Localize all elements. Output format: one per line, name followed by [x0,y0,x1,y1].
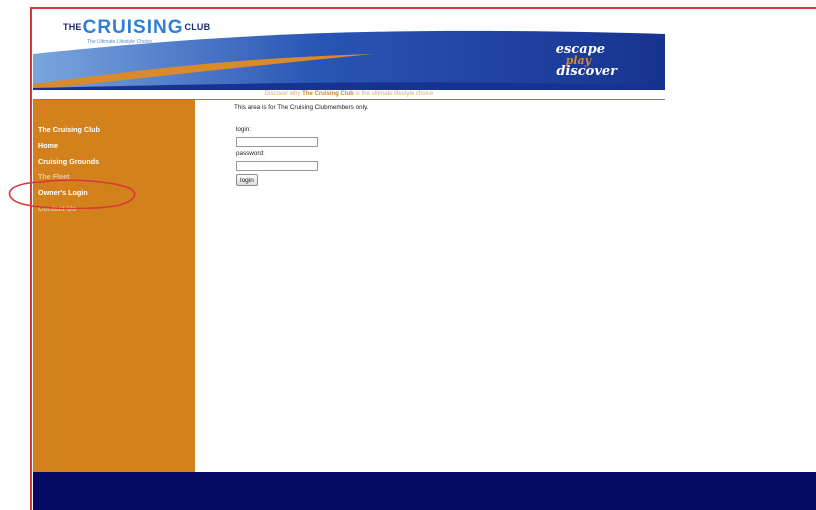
logo-main-text: CRUISING [82,17,184,38]
tagline-bar: Discover why The Cruising Club is the ul… [33,90,665,100]
site-footer [33,472,816,510]
tagline-after: is the ultimate lifestyle choice [355,91,434,97]
logo-prefix: THE [63,22,82,32]
tagline-brand: The Cruising Club [302,91,354,97]
tagline-before: Discover why [264,91,301,97]
logo-suffix: CLUB [184,22,211,32]
sidebar-item-the-cruising-club[interactable]: The Cruising Club [38,125,100,134]
login-input[interactable] [236,137,318,147]
sidebar-item-cruising-grounds[interactable]: Cruising Grounds [38,157,99,166]
slogan-discover: discover [556,64,617,79]
sidebar-nav: The Cruising Club Home Cruising Grounds … [33,100,195,472]
members-only-notice: This area is for The Cruising Clubmember… [234,104,369,111]
site-logo[interactable]: THE CRUISING CLUB [63,17,211,38]
frame-border-left [30,7,32,510]
password-input[interactable] [236,161,318,171]
frame-border-top [30,7,816,9]
sidebar-item-home[interactable]: Home [38,141,58,150]
logo-tagline: The Ultimate Lifestyle Choice [87,39,153,45]
login-button[interactable]: login [236,174,258,186]
annotation-circle [8,179,136,209]
header-slogan: escape play discover [556,43,617,79]
site-header: THE CRUISING CLUB The Ultimate Lifestyle… [33,10,665,90]
login-label: login: [236,126,252,133]
password-label: password: [236,150,265,157]
